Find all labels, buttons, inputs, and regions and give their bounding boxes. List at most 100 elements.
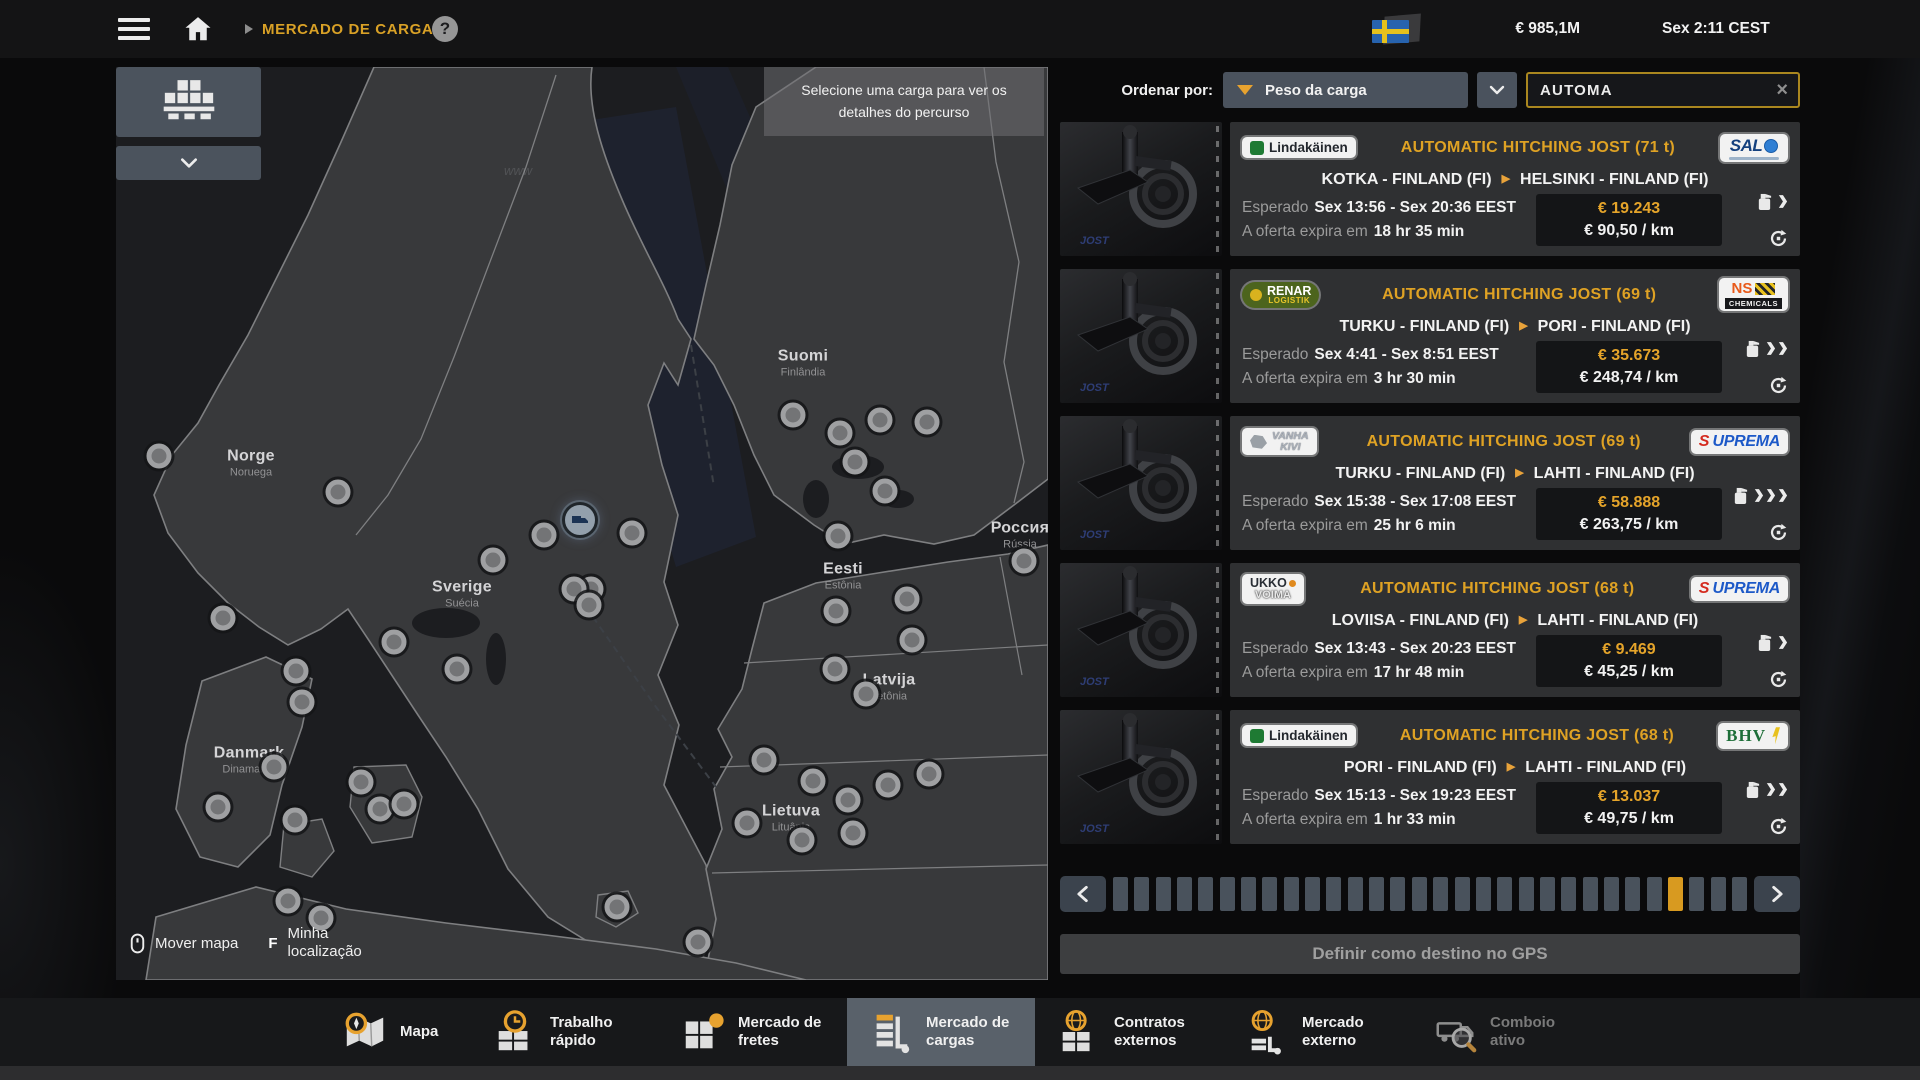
search-input[interactable] <box>1538 81 1770 100</box>
city-marker[interactable] <box>917 762 942 787</box>
city-marker[interactable] <box>211 606 236 631</box>
city-marker[interactable] <box>876 773 901 798</box>
next-page-button[interactable] <box>1754 876 1800 912</box>
city-marker[interactable] <box>790 828 815 853</box>
page-block[interactable] <box>1348 877 1363 911</box>
city-marker[interactable] <box>577 593 602 618</box>
page-block[interactable] <box>1497 877 1512 911</box>
city-marker[interactable] <box>915 410 940 435</box>
city-marker[interactable] <box>735 811 760 836</box>
city-marker[interactable] <box>284 659 309 684</box>
prev-page-button[interactable] <box>1060 876 1106 912</box>
city-marker[interactable] <box>828 421 853 446</box>
city-marker[interactable] <box>368 797 393 822</box>
city-marker[interactable] <box>900 628 925 653</box>
city-marker[interactable] <box>801 769 826 794</box>
cargo-thumbnail[interactable] <box>1060 122 1222 256</box>
menu-icon[interactable] <box>118 18 150 40</box>
city-marker[interactable] <box>445 657 470 682</box>
page-block[interactable] <box>1455 877 1470 911</box>
city-marker[interactable] <box>276 889 301 914</box>
city-marker[interactable] <box>620 521 645 546</box>
page-block[interactable] <box>1369 877 1384 911</box>
page-block[interactable] <box>1177 877 1192 911</box>
player-location-marker[interactable] <box>562 502 598 538</box>
page-block[interactable] <box>1689 877 1704 911</box>
page-block[interactable] <box>1476 877 1491 911</box>
city-marker[interactable] <box>686 930 711 955</box>
city-marker[interactable] <box>206 795 231 820</box>
page-block[interactable] <box>1412 877 1427 911</box>
city-marker[interactable] <box>854 682 879 707</box>
city-marker[interactable] <box>605 895 630 920</box>
cargo-thumbnail[interactable] <box>1060 416 1222 550</box>
city-marker[interactable] <box>392 792 417 817</box>
city-marker[interactable] <box>873 479 898 504</box>
page-block[interactable] <box>1220 877 1235 911</box>
page-block[interactable] <box>1625 877 1640 911</box>
page-block[interactable] <box>1156 877 1171 911</box>
cargo-offer-row[interactable]: RENARLOGISTIK AUTOMATIC HITCHING JOST (6… <box>1060 269 1800 403</box>
clear-search-icon[interactable]: × <box>1776 80 1788 100</box>
sort-dropdown[interactable]: Peso da carga <box>1223 72 1468 108</box>
city-marker[interactable] <box>147 444 172 469</box>
page-block[interactable] <box>1519 877 1534 911</box>
city-marker[interactable] <box>283 808 308 833</box>
world-map[interactable]: www NorgeNoruegaSverigeSuéciaSuomiFinlân… <box>116 67 1048 980</box>
city-marker[interactable] <box>841 821 866 846</box>
collapse-filter-button[interactable] <box>116 146 261 180</box>
page-block[interactable] <box>1711 877 1726 911</box>
help-icon[interactable]: ? <box>432 16 458 42</box>
cargo-thumbnail[interactable] <box>1060 563 1222 697</box>
page-block[interactable] <box>1262 877 1277 911</box>
tab-quick-job[interactable]: Trabalho rápido <box>471 998 659 1066</box>
city-marker[interactable] <box>326 480 351 505</box>
city-marker[interactable] <box>382 630 407 655</box>
cargo-offer-row[interactable]: Lindakäinen AUTOMATIC HITCHING JOST (68 … <box>1060 710 1800 844</box>
city-marker[interactable] <box>836 788 861 813</box>
page-block-active[interactable] <box>1668 877 1683 911</box>
page-block[interactable] <box>1604 877 1619 911</box>
page-block[interactable] <box>1113 877 1128 911</box>
cargo-offer-row[interactable]: Lindakäinen AUTOMATIC HITCHING JOST (71 … <box>1060 122 1800 256</box>
cargo-offer-row[interactable]: UKKOVOIMA AUTOMATIC HITCHING JOST (68 t)… <box>1060 563 1800 697</box>
tab-cargo-market[interactable]: Mercado de cargas <box>847 998 1035 1066</box>
cargo-offer-row[interactable]: VANHAKIVI AUTOMATIC HITCHING JOST (69 t)… <box>1060 416 1800 550</box>
city-marker[interactable] <box>349 770 374 795</box>
page-block[interactable] <box>1305 877 1320 911</box>
page-block[interactable] <box>1134 877 1149 911</box>
page-block[interactable] <box>1241 877 1256 911</box>
tab-external-market[interactable]: Mercado externo <box>1223 998 1411 1066</box>
city-marker[interactable] <box>481 548 506 573</box>
page-block[interactable] <box>1198 877 1213 911</box>
page-block[interactable] <box>1540 877 1555 911</box>
city-marker[interactable] <box>1012 549 1037 574</box>
city-marker[interactable] <box>781 403 806 428</box>
tab-freight-market[interactable]: Mercado de fretes <box>659 998 847 1066</box>
page-block[interactable] <box>1433 877 1448 911</box>
cargo-thumbnail[interactable] <box>1060 710 1222 844</box>
city-marker[interactable] <box>868 408 893 433</box>
cargo-thumbnail[interactable] <box>1060 269 1222 403</box>
page-block[interactable] <box>1583 877 1598 911</box>
city-marker[interactable] <box>895 587 920 612</box>
sort-expand-button[interactable] <box>1477 72 1517 108</box>
tab-external-contracts[interactable]: Contratos externos <box>1035 998 1223 1066</box>
tab-map[interactable]: Mapa <box>321 998 471 1066</box>
city-marker[interactable] <box>290 690 315 715</box>
tab-active-convoy[interactable]: Comboio ativo <box>1411 998 1599 1066</box>
set-gps-destination-button[interactable]: Definir como destino no GPS <box>1060 934 1800 974</box>
city-marker[interactable] <box>752 748 777 773</box>
cargo-filter-button[interactable] <box>116 67 261 137</box>
page-block[interactable] <box>1326 877 1341 911</box>
city-marker[interactable] <box>823 657 848 682</box>
page-block[interactable] <box>1284 877 1299 911</box>
page-block[interactable] <box>1561 877 1576 911</box>
home-icon[interactable] <box>182 14 214 44</box>
city-marker[interactable] <box>262 755 287 780</box>
search-box[interactable]: × <box>1526 72 1800 108</box>
page-block[interactable] <box>1647 877 1662 911</box>
city-marker[interactable] <box>843 450 868 475</box>
city-marker[interactable] <box>826 524 851 549</box>
page-block[interactable] <box>1732 877 1747 911</box>
